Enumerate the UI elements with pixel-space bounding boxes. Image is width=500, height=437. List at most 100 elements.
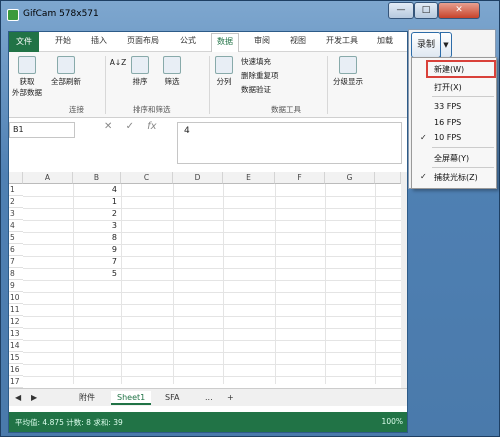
row-header[interactable]: 5: [9, 232, 23, 244]
column-header-g[interactable]: G: [325, 172, 375, 184]
row-header[interactable]: 4: [9, 220, 23, 232]
tab-data[interactable]: 数据: [211, 33, 239, 53]
menu-item-33fps[interactable]: 33 FPS: [434, 102, 461, 111]
sheet-tab-attachment[interactable]: 附件: [73, 391, 101, 405]
cell-b8[interactable]: 5: [23, 268, 121, 280]
column-header-extra[interactable]: [375, 172, 401, 184]
gridline: [23, 292, 401, 293]
row-header[interactable]: 2: [9, 196, 23, 208]
filter-label: 筛选: [164, 77, 180, 86]
menu-item-fullscreen[interactable]: 全屏幕(Y): [434, 153, 469, 164]
group-sort-label: 排序和筛选: [133, 105, 171, 114]
sheet-tab-sheet1[interactable]: Sheet1: [111, 391, 152, 405]
filter-button[interactable]: 筛选: [159, 56, 185, 87]
tab-insert[interactable]: 插入: [91, 35, 107, 46]
menu-item-capture-cursor[interactable]: 捕获光标(Z): [434, 172, 478, 183]
insert-function-icon[interactable]: fx: [147, 121, 156, 132]
remove-duplicates-button[interactable]: 删除重复项: [241, 70, 279, 81]
record-button[interactable]: 录制: [411, 32, 441, 58]
split-icon: [215, 56, 233, 74]
gridline: [275, 184, 276, 384]
cell-b1[interactable]: 4: [23, 184, 121, 196]
split-label: 分列: [216, 77, 232, 86]
gridline: [23, 316, 401, 317]
name-box[interactable]: B1: [9, 122, 75, 138]
filter-icon: [163, 56, 181, 74]
row-header[interactable]: 12: [9, 316, 23, 328]
row-header[interactable]: 9: [9, 280, 23, 292]
column-header-b[interactable]: B: [73, 172, 121, 184]
check-icon: ✓: [420, 133, 427, 142]
enter-icon[interactable]: ✓: [126, 121, 134, 132]
menu-item-10fps[interactable]: 10 FPS: [434, 133, 461, 142]
close-button[interactable]: ✕: [438, 2, 480, 19]
row-header[interactable]: 11: [9, 304, 23, 316]
gridline: [375, 184, 376, 384]
tab-page-layout[interactable]: 页面布局: [127, 35, 159, 46]
row-header[interactable]: 3: [9, 208, 23, 220]
cell-b2[interactable]: 1: [23, 196, 121, 208]
maximize-button[interactable]: □: [414, 2, 438, 19]
refresh-all-button[interactable]: 全部刷新: [49, 56, 83, 87]
column-header-e[interactable]: E: [223, 172, 275, 184]
tab-formulas[interactable]: 公式: [180, 35, 196, 46]
flash-fill-button[interactable]: 快速填充: [241, 56, 271, 67]
tab-file[interactable]: 文件: [9, 32, 39, 52]
add-sheet-button[interactable]: +: [221, 391, 240, 405]
worksheet-grid[interactable]: A B C D E F G 1 2 3 4 5 6 7 8 9 10 11 12…: [9, 172, 401, 388]
cell-b6[interactable]: 9: [23, 244, 121, 256]
sort-az-button[interactable]: A↓Z: [109, 58, 127, 67]
cell-b4[interactable]: 3: [23, 220, 121, 232]
row-header[interactable]: 17: [9, 376, 23, 388]
record-dropdown-button[interactable]: ▼: [440, 32, 452, 58]
vertical-scrollbar[interactable]: [401, 172, 407, 388]
column-header-c[interactable]: C: [121, 172, 173, 184]
tab-addins[interactable]: 加载: [377, 35, 393, 46]
menu-item-16fps[interactable]: 16 FPS: [434, 118, 461, 127]
column-header-f[interactable]: F: [275, 172, 325, 184]
refresh-label: 全部刷新: [51, 77, 81, 86]
database-icon: [18, 56, 36, 74]
zoom-level[interactable]: 100%: [382, 417, 403, 426]
row-header[interactable]: 6: [9, 244, 23, 256]
formula-input[interactable]: 4: [177, 122, 402, 164]
outline-label: 分级显示: [333, 77, 363, 86]
row-header[interactable]: 1: [9, 184, 23, 196]
row-header[interactable]: 10: [9, 292, 23, 304]
row-header[interactable]: 8: [9, 268, 23, 280]
menu-item-new[interactable]: 新建(W): [434, 64, 464, 75]
gridline: [23, 340, 401, 341]
select-all-corner[interactable]: [9, 172, 23, 184]
cell-b7[interactable]: 7: [23, 256, 121, 268]
tab-review[interactable]: 审阅: [254, 35, 270, 46]
row-header[interactable]: 14: [9, 340, 23, 352]
column-header-d[interactable]: D: [173, 172, 223, 184]
row-header[interactable]: 16: [9, 364, 23, 376]
gridline: [23, 304, 401, 305]
group-connections-label: 连接: [69, 105, 84, 114]
minimize-button[interactable]: —: [388, 2, 414, 19]
sort-button[interactable]: 排序: [129, 56, 151, 87]
cell-b3[interactable]: 2: [23, 208, 121, 220]
sort-label: 排序: [132, 77, 148, 86]
gridline: [173, 184, 174, 384]
menu-item-open[interactable]: 打开(X): [434, 82, 462, 93]
split-columns-button[interactable]: 分列: [213, 56, 235, 87]
data-validation-button[interactable]: 数据验证: [241, 84, 271, 95]
sheet-nav-right-icon[interactable]: ▶: [25, 391, 43, 405]
sheet-tabs: ◀ ▶ 附件 Sheet1 SFA ... +: [9, 388, 407, 406]
tab-view[interactable]: 视图: [290, 35, 306, 46]
sheet-tab-more[interactable]: ...: [199, 391, 219, 405]
sheet-tab-sfa[interactable]: SFA: [159, 391, 185, 405]
group-data-tools-label: 数据工具: [271, 105, 301, 114]
outline-button[interactable]: 分级显示: [331, 56, 365, 87]
cell-b5[interactable]: 8: [23, 232, 121, 244]
cancel-icon[interactable]: ✕: [104, 121, 112, 132]
tab-home[interactable]: 开始: [55, 35, 71, 46]
row-header[interactable]: 7: [9, 256, 23, 268]
tab-developer[interactable]: 开发工具: [326, 35, 358, 46]
column-header-a[interactable]: A: [23, 172, 73, 184]
row-header[interactable]: 13: [9, 328, 23, 340]
get-external-data-button[interactable]: 获取 外部数据: [11, 56, 43, 98]
row-header[interactable]: 15: [9, 352, 23, 364]
